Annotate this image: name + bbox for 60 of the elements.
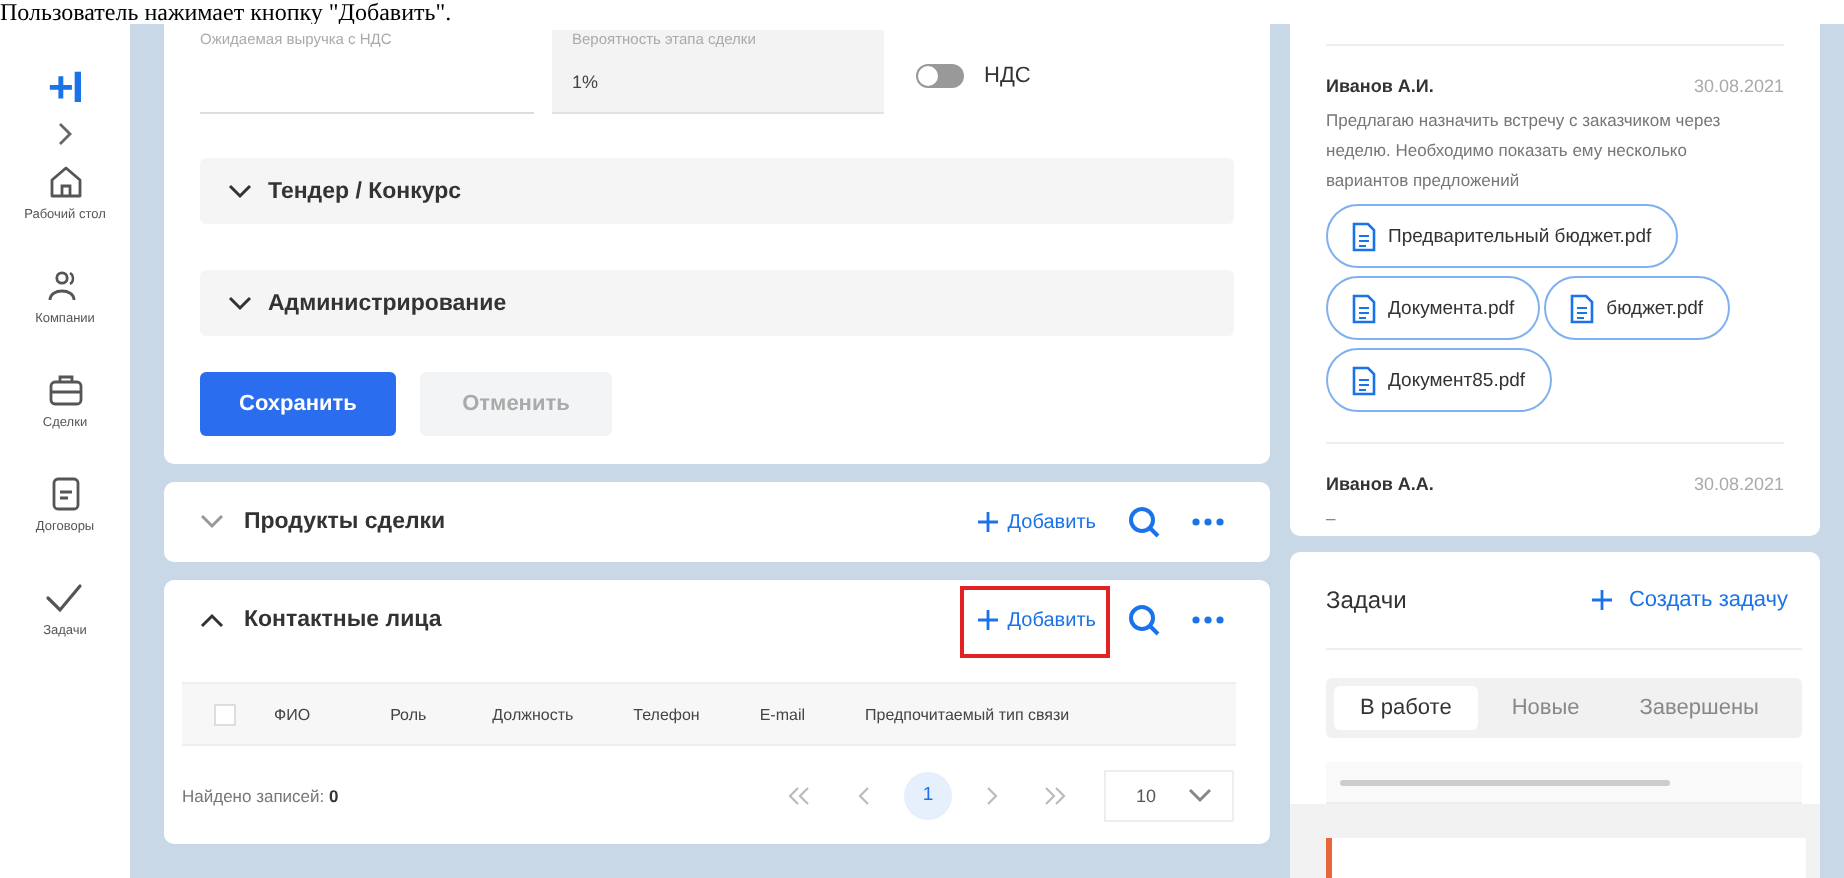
column-header: E-mail: [759, 705, 806, 723]
file-attachment[interactable]: Документа.pdf: [1326, 276, 1541, 340]
checkbox[interactable]: [214, 703, 236, 725]
next-page-icon[interactable]: [983, 785, 1000, 805]
plus-icon: [977, 610, 998, 630]
save-button[interactable]: Сохранить: [200, 372, 396, 436]
column-header: Роль: [390, 705, 427, 723]
file-icon: [1352, 221, 1376, 251]
tab[interactable]: В работе: [1334, 686, 1478, 730]
column-header: Должность: [492, 705, 574, 723]
previous-page-icon[interactable]: [855, 785, 872, 805]
file-attachment[interactable]: Предварительный бюджет.pdf: [1326, 204, 1678, 268]
create-task-link[interactable]: Создать задачу: [1592, 588, 1788, 612]
chevron-down-icon: [228, 183, 252, 199]
page-size-select[interactable]: 10: [1103, 769, 1234, 821]
tasks-title: Задачи: [1326, 586, 1407, 614]
check-icon: [44, 578, 85, 618]
comment-text: Предлагаю назначить встречу с заказчиком через неделю. Необходимо показать ему несколько вариантов предложений: [1326, 108, 1723, 194]
plus-icon: [977, 512, 998, 532]
file-attachment[interactable]: бюджет.pdf: [1544, 276, 1730, 340]
section-title: Тендер / Конкурс: [268, 179, 462, 203]
comment-author: Иванов А.А.: [1326, 474, 1434, 494]
add-link[interactable]: Добавить: [977, 609, 1096, 631]
expand-chevron-icon[interactable]: [57, 122, 73, 146]
scrollbar[interactable]: [1326, 762, 1802, 804]
panel-title: Контактные лица: [244, 608, 442, 632]
accordion-header[interactable]: Тендер / Конкурс: [200, 158, 1234, 224]
last-page-icon[interactable]: [1043, 785, 1068, 805]
page-button[interactable]: 1: [903, 771, 952, 819]
caption-text: Пользователь нажимает кнопку "Добавить".: [0, 0, 454, 24]
more-icon[interactable]: [1192, 518, 1224, 526]
caret-icon: [1188, 787, 1212, 803]
accordion-header[interactable]: Администрирование: [200, 270, 1234, 336]
file-icon: [1570, 293, 1595, 323]
toggle-switch[interactable]: [916, 64, 964, 88]
plus-icon: [1592, 590, 1613, 610]
section-title: Администрирование: [268, 291, 507, 315]
first-page-icon[interactable]: [787, 785, 812, 805]
toggle-label: НДС: [984, 64, 1031, 88]
task-card[interactable]: [1326, 838, 1806, 878]
column-header: Предпочитаемый тип связи: [865, 705, 1070, 723]
search-icon[interactable]: [1128, 506, 1160, 538]
column-header: ФИО: [274, 705, 311, 723]
file-attachment[interactable]: Документ85.pdf: [1326, 348, 1552, 412]
search-icon[interactable]: [1128, 604, 1160, 636]
more-icon[interactable]: [1192, 616, 1224, 624]
column-header: Телефон: [633, 705, 700, 723]
comment-date: 30.08.2021: [1693, 474, 1784, 494]
chevron-down-icon: [228, 295, 252, 311]
briefcase-icon: [45, 370, 85, 410]
file-icon: [1352, 293, 1376, 323]
file-icon: [1352, 365, 1376, 395]
home-icon: [45, 162, 85, 202]
panel-title: Продукты сделки: [244, 510, 446, 534]
record-count: Найдено записей: 0: [182, 785, 339, 805]
logo[interactable]: +I: [48, 64, 82, 112]
add-link[interactable]: Добавить: [977, 511, 1096, 533]
comment-text: –: [1326, 506, 1338, 532]
comment-date: 30.08.2021: [1693, 76, 1784, 96]
comment-author: Иванов А.И.: [1326, 76, 1434, 96]
